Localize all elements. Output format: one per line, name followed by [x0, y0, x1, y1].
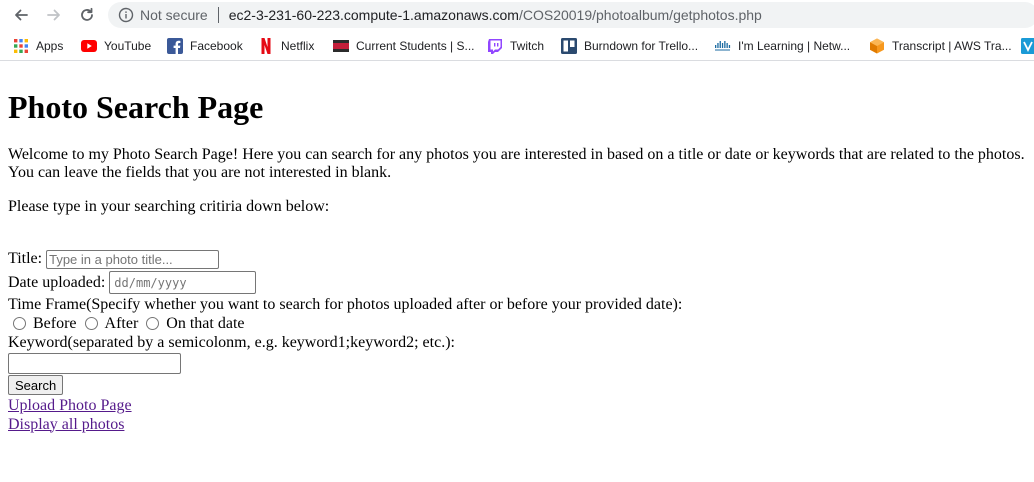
bookmark-youtube[interactable]: YouTube — [81, 31, 152, 60]
date-input[interactable] — [109, 271, 257, 294]
timeframe-label-row: Time Frame(Specify whether you want to s… — [8, 295, 1028, 314]
bookmark-apps[interactable]: Apps — [13, 31, 64, 60]
page-title: Photo Search Page — [8, 89, 264, 125]
date-row: Date uploaded: — [8, 270, 1028, 295]
keyword-label: Keyword(separated by a semicolonm, e.g. … — [8, 333, 455, 351]
intro-line-1: Welcome to my Photo Search Page! Here yo… — [8, 146, 1025, 163]
back-button[interactable] — [10, 4, 32, 26]
v-logo-icon — [1020, 38, 1034, 54]
info-icon[interactable] — [118, 7, 134, 23]
address-bar[interactable]: Not secure ec2-3-231-60-223.compute-1.am… — [108, 2, 1034, 28]
aws-cube-icon — [869, 38, 885, 54]
search-prompt: Please type in your searching critiria d… — [8, 198, 330, 215]
intro-line-2: You can leave the fields that you are no… — [8, 164, 392, 181]
before-label[interactable]: Before — [33, 315, 77, 333]
bookmark-burndown[interactable]: Burndown for Trello... — [561, 31, 699, 60]
bookmark-label: Current Students | S... — [356, 39, 475, 53]
forward-arrow-icon — [47, 9, 60, 21]
on-that-date-label[interactable]: On that date — [166, 315, 244, 333]
url-path: /COS20019/photoalbum/getphotos.php — [518, 7, 762, 23]
browser-toolbar: Not secure ec2-3-231-60-223.compute-1.am… — [0, 0, 1034, 31]
bookmark-facebook[interactable]: Facebook — [167, 31, 243, 60]
flag-icon — [333, 38, 349, 54]
bookmark-netflix[interactable]: Netflix — [258, 31, 315, 60]
divider — [217, 7, 219, 23]
url-text[interactable]: ec2-3-231-60-223.compute-1.amazonaws.com… — [229, 7, 762, 23]
on-that-date-radio[interactable] — [146, 317, 160, 330]
twitch-icon — [487, 38, 503, 54]
before-radio[interactable] — [13, 317, 26, 330]
title-row: Title: — [8, 248, 1028, 270]
title-label: Title: — [8, 250, 43, 267]
bookmark-label: Apps — [36, 39, 64, 53]
burndown-icon — [561, 38, 577, 54]
cisco-icon — [715, 38, 731, 54]
date-label: Date uploaded: — [8, 273, 106, 291]
youtube-icon — [81, 38, 97, 54]
bookmark-label: I'm Learning | Netw... — [738, 39, 851, 53]
bookmark-label: Burndown for Trello... — [584, 39, 699, 53]
bookmark-label: Facebook — [190, 39, 243, 53]
keyword-row — [8, 352, 1028, 374]
apps-grid-icon — [13, 38, 29, 54]
bookmark-label: Transcript | AWS Tra... — [892, 39, 1012, 53]
facebook-icon — [167, 38, 183, 54]
intro-text: Welcome to my Photo Search Page! Here yo… — [8, 146, 1034, 182]
security-label[interactable]: Not secure — [140, 7, 208, 23]
reload-button[interactable] — [76, 4, 98, 26]
timeframe-options: Before After On that date — [8, 314, 1028, 333]
display-link-row: Display all photos — [8, 415, 1028, 434]
bookmarks-bar: Apps YouTube Facebook Netflix Current St… — [0, 31, 1034, 61]
url-host: ec2-3-231-60-223.compute-1.amazonaws.com — [228, 7, 519, 23]
timeframe-label: Time Frame(Specify whether you want to s… — [8, 295, 683, 313]
upload-photo-link[interactable]: Upload Photo Page — [8, 397, 132, 415]
title-input[interactable] — [46, 249, 220, 269]
bookmark-label: YouTube — [104, 39, 152, 53]
forward-button[interactable] — [43, 4, 65, 26]
keyword-input[interactable] — [8, 352, 181, 374]
after-label[interactable]: After — [105, 315, 139, 333]
back-arrow-icon — [15, 9, 28, 21]
after-radio[interactable] — [84, 317, 98, 330]
bookmark-current-students[interactable]: Current Students | S... — [333, 31, 475, 60]
display-all-photos-link[interactable]: Display all photos — [8, 416, 124, 434]
search-form: Title: Date uploaded: Time Frame(Specify… — [8, 248, 1028, 434]
search-row: Search — [8, 374, 1028, 396]
bookmark-twitch[interactable]: Twitch — [487, 31, 545, 60]
keyword-label-row: Keyword(separated by a semicolonm, e.g. … — [8, 333, 1028, 352]
upload-link-row: Upload Photo Page — [8, 396, 1028, 415]
bookmark-label: Twitch — [510, 39, 545, 53]
bookmark-label: Netflix — [281, 39, 315, 53]
search-button[interactable]: Search — [8, 375, 64, 395]
bookmark-aws-transcript[interactable]: Transcript | AWS Tra... — [869, 31, 1012, 60]
bookmark-netacad[interactable]: I'm Learning | Netw... — [715, 31, 851, 60]
bookmark-overflow[interactable] — [1020, 31, 1034, 60]
reload-icon — [81, 7, 93, 21]
netflix-icon — [258, 38, 274, 54]
